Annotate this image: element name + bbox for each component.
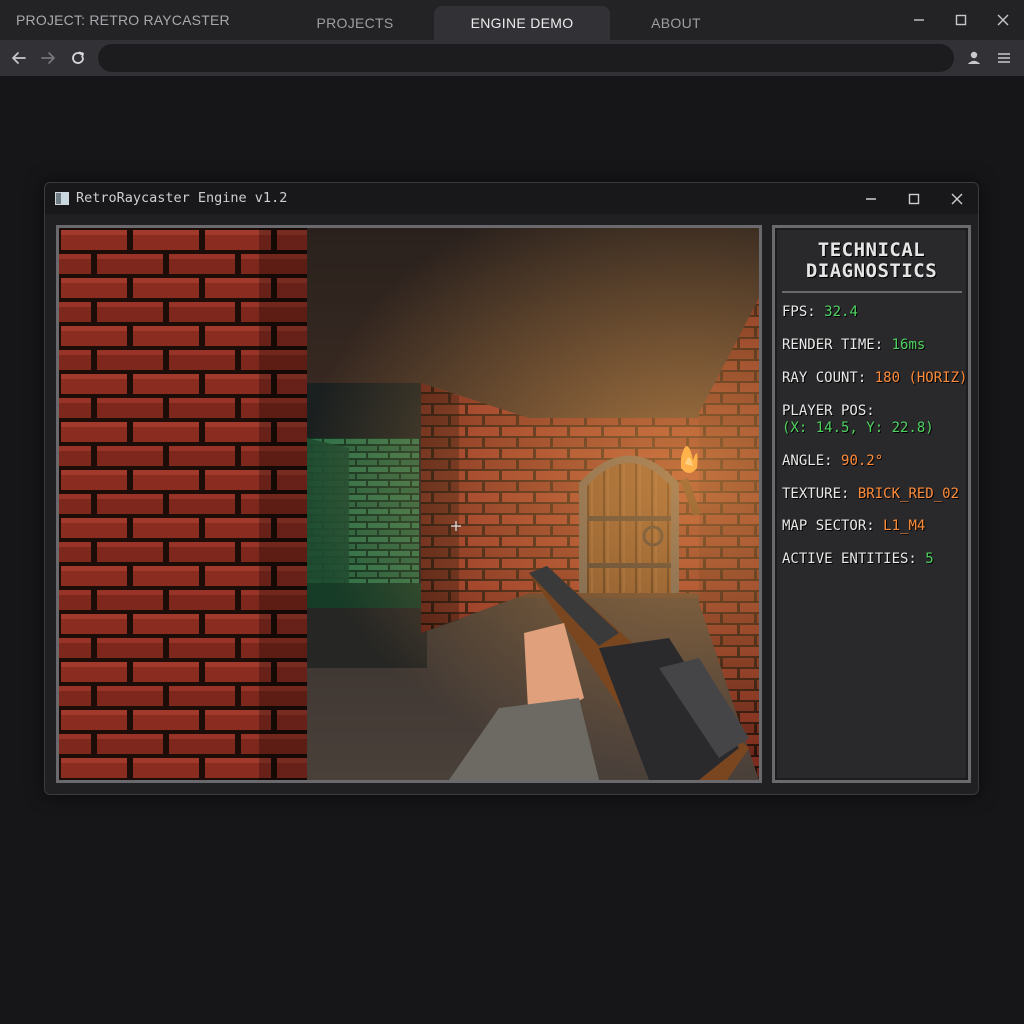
stat-fps-label: FPS: — [782, 304, 816, 320]
stat-player-pos-label: PLAYER POS: — [782, 403, 875, 419]
tab-engine-demo[interactable]: ENGINE DEMO — [434, 6, 610, 40]
stat-render-time-value: 16ms — [891, 337, 926, 353]
engine-window-title: RetroRaycaster Engine v1.2 — [76, 190, 288, 206]
stat-angle-value: 90.2° — [841, 453, 884, 469]
stat-player-pos-value: (X: 14.5, Y: 22.8) — [782, 420, 934, 436]
engine-window: RetroRaycaster Engine v1.2 TECHNICAL DIA… — [44, 182, 979, 795]
address-bar[interactable] — [98, 44, 954, 72]
profile-icon[interactable] — [964, 48, 984, 68]
stat-map-sector-label: MAP SECTOR: — [782, 518, 875, 534]
stat-map-sector-value: L1_M4 — [883, 518, 926, 534]
stat-ray-count-value: 180 (HORIZ) — [874, 370, 968, 386]
diagnostics-title: TECHNICAL DIAGNOSTICS — [775, 240, 968, 282]
diagnostics-title-line2: DIAGNOSTICS — [805, 260, 938, 282]
stat-texture-label: TEXTURE: — [782, 486, 850, 502]
diagnostics-divider — [782, 291, 962, 293]
browser-toolbar — [0, 40, 1024, 76]
app-window-icon — [55, 192, 69, 205]
stat-fps-value: 32.4 — [824, 304, 858, 320]
menu-icon[interactable] — [994, 48, 1014, 68]
stat-ray-count-label: RAY COUNT: — [782, 370, 867, 386]
stat-texture: TEXTURE: BRICK_RED_02 — [782, 486, 959, 502]
project-title: PROJECT: RETRO RAYCASTER — [16, 12, 230, 28]
diagnostics-title-line1: TECHNICAL — [817, 239, 926, 261]
game-viewport[interactable] — [56, 225, 762, 783]
tab-about[interactable]: ABOUT — [614, 6, 738, 40]
stat-render-time-label: RENDER TIME: — [782, 337, 884, 353]
forward-arrow-icon[interactable] — [38, 48, 58, 68]
maximize-icon[interactable] — [951, 10, 971, 30]
app-close-icon[interactable] — [947, 189, 967, 209]
stat-active-entities-label: ACTIVE ENTITIES: — [782, 551, 917, 567]
stat-active-entities: ACTIVE ENTITIES: 5 — [782, 551, 934, 567]
app-maximize-icon[interactable] — [904, 189, 924, 209]
stat-angle: ANGLE: 90.2° — [782, 453, 883, 469]
back-arrow-icon[interactable] — [9, 48, 29, 68]
stat-texture-value: BRICK_RED_02 — [857, 486, 960, 502]
stat-fps: FPS: 32.4 — [782, 304, 858, 320]
browser-titlebar: PROJECT: RETRO RAYCASTER PROJECTS ENGINE… — [0, 0, 1024, 40]
stat-player-pos: PLAYER POS: (X: 14.5, Y: 22.8) — [782, 403, 934, 437]
reload-icon[interactable] — [68, 48, 88, 68]
app-minimize-icon[interactable] — [861, 189, 881, 209]
stat-render-time: RENDER TIME: 16ms — [782, 337, 925, 353]
close-icon[interactable] — [993, 10, 1013, 30]
engine-titlebar[interactable]: RetroRaycaster Engine v1.2 — [45, 183, 978, 214]
tab-projects[interactable]: PROJECTS — [287, 6, 423, 40]
stat-ray-count: RAY COUNT: 180 (HORIZ) — [782, 370, 967, 386]
minimize-icon[interactable] — [909, 10, 929, 30]
stat-active-entities-value: 5 — [925, 551, 934, 567]
diagnostics-panel: TECHNICAL DIAGNOSTICS FPS: 32.4 RENDER T… — [772, 225, 971, 783]
stat-angle-label: ANGLE: — [782, 453, 833, 469]
stat-map-sector: MAP SECTOR: L1_M4 — [782, 518, 925, 534]
